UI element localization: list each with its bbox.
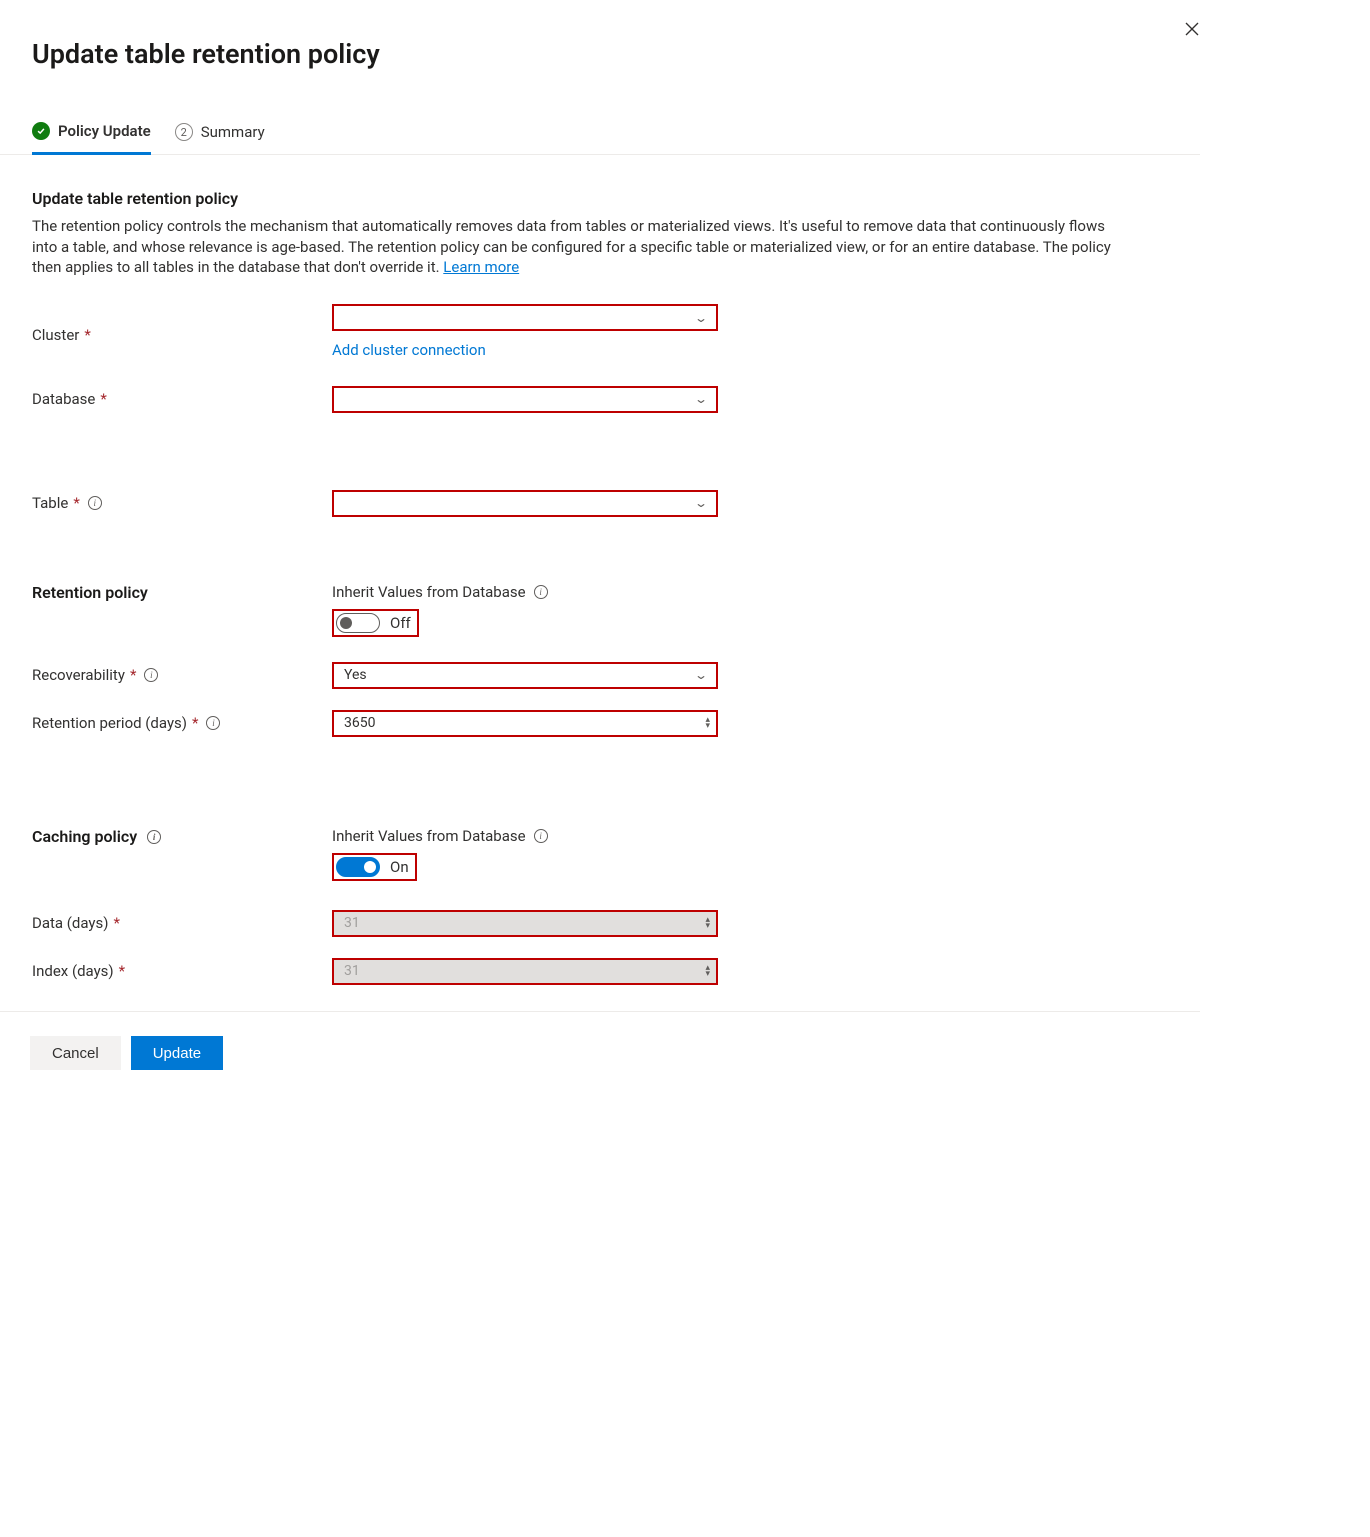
chevron-down-icon: ⌄: [694, 392, 708, 406]
index-days-input: 31 ▴▾: [332, 958, 718, 985]
retention-heading: Retention policy: [32, 583, 148, 602]
info-icon[interactable]: i: [88, 496, 102, 510]
section-title: Update table retention policy: [32, 189, 1150, 208]
index-days-value: 31: [344, 963, 360, 979]
cluster-dropdown[interactable]: ⌄: [332, 304, 718, 331]
tab-summary[interactable]: 2 Summary: [175, 122, 265, 154]
step-number-icon: 2: [175, 123, 193, 141]
data-days-value: 31: [344, 915, 360, 931]
section-description: The retention policy controls the mechan…: [32, 216, 1132, 278]
info-icon[interactable]: i: [147, 830, 161, 844]
spinner-icon: ▴▾: [705, 965, 710, 977]
chevron-down-icon: ⌄: [694, 496, 708, 510]
chevron-down-icon: ⌄: [694, 668, 708, 682]
learn-more-link[interactable]: Learn more: [443, 258, 519, 276]
toggle-on-icon: [336, 857, 380, 877]
close-icon[interactable]: [1182, 20, 1202, 40]
info-icon[interactable]: i: [144, 668, 158, 682]
page-title: Update table retention policy: [32, 38, 380, 70]
recoverability-value: Yes: [344, 667, 367, 683]
table-dropdown[interactable]: ⌄: [332, 490, 718, 517]
retention-period-value: 3650: [344, 715, 375, 731]
caching-heading-text: Caching policy: [32, 827, 137, 846]
toggle-state-text: Off: [390, 614, 411, 632]
required-indicator: *: [100, 390, 106, 408]
table-label: Table: [32, 494, 68, 512]
tab-policy-update[interactable]: Policy Update: [32, 122, 151, 155]
tab-label: Policy Update: [58, 122, 151, 140]
update-button[interactable]: Update: [131, 1036, 223, 1070]
tab-label: Summary: [201, 123, 265, 141]
retention-period-label: Retention period (days): [32, 714, 187, 732]
recoverability-dropdown[interactable]: Yes ⌄: [332, 662, 718, 689]
required-indicator: *: [119, 962, 125, 980]
info-icon[interactable]: i: [534, 585, 548, 599]
spinner-icon: ▴▾: [705, 917, 710, 929]
index-days-label: Index (days): [32, 962, 114, 980]
retention-period-input[interactable]: 3650 ▴▾: [332, 710, 718, 737]
caching-inherit-label: Inherit Values from Database: [332, 827, 526, 845]
add-cluster-link[interactable]: Add cluster connection: [332, 341, 486, 359]
required-indicator: *: [192, 714, 198, 732]
retention-inherit-toggle[interactable]: Off: [332, 609, 419, 637]
required-indicator: *: [73, 494, 79, 512]
chevron-down-icon: ⌄: [694, 311, 708, 325]
recoverability-label: Recoverability: [32, 666, 125, 684]
toggle-state-text: On: [390, 858, 409, 876]
required-indicator: *: [84, 326, 90, 344]
data-days-input: 31 ▴▾: [332, 910, 718, 937]
info-icon[interactable]: i: [206, 716, 220, 730]
check-icon: [32, 122, 50, 140]
toggle-off-icon: [336, 613, 380, 633]
footer: Cancel Update: [0, 1012, 1370, 1070]
database-label: Database: [32, 390, 95, 408]
spinner-icon[interactable]: ▴▾: [705, 717, 710, 729]
desc-text: The retention policy controls the mechan…: [32, 217, 1111, 276]
info-icon[interactable]: i: [534, 829, 548, 843]
retention-inherit-label: Inherit Values from Database: [332, 583, 526, 601]
required-indicator: *: [114, 914, 120, 932]
cancel-button[interactable]: Cancel: [30, 1036, 121, 1070]
required-indicator: *: [130, 666, 136, 684]
cluster-label: Cluster: [32, 326, 79, 344]
caching-heading: Caching policy i: [32, 827, 161, 846]
caching-inherit-toggle[interactable]: On: [332, 853, 417, 881]
data-days-label: Data (days): [32, 914, 109, 932]
wizard-tabs: Policy Update 2 Summary: [0, 70, 1200, 155]
database-dropdown[interactable]: ⌄: [332, 386, 718, 413]
